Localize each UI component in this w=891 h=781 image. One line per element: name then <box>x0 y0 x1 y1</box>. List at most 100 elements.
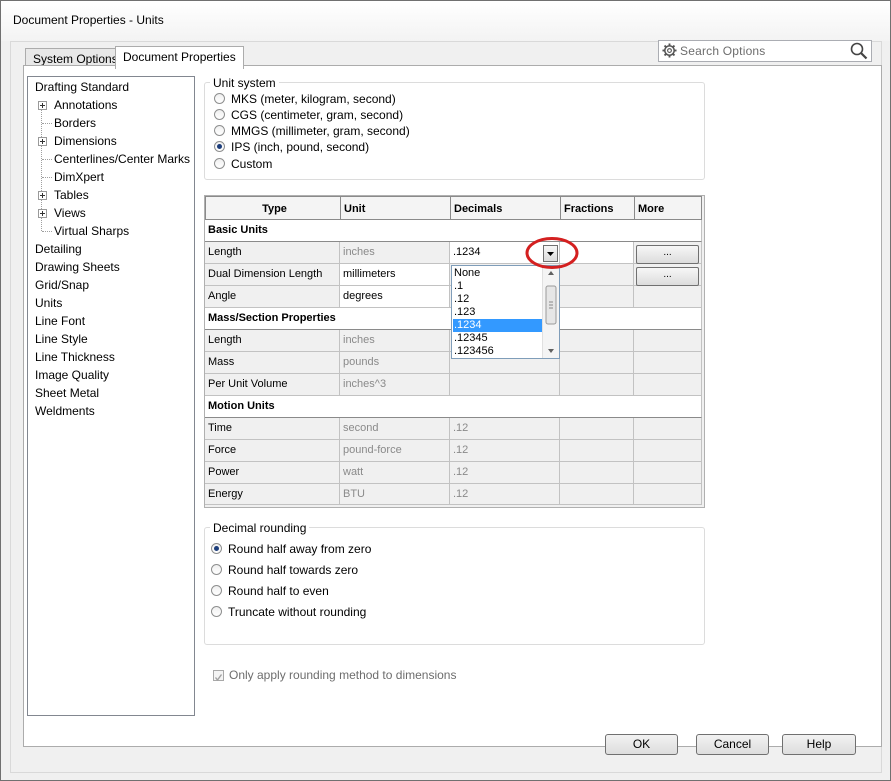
more-cell <box>634 484 702 505</box>
row-decimals-time[interactable]: .12 <box>450 418 560 440</box>
row-type-mass: Mass <box>205 352 340 374</box>
only-apply-checkbox[interactable] <box>213 670 224 682</box>
tree-item-dimensions[interactable]: Dimensions <box>54 132 117 150</box>
help-button[interactable]: Help <box>782 734 856 755</box>
tab-document-properties[interactable]: Document Properties <box>115 46 244 69</box>
dropdown-option-selected[interactable]: .1234 <box>453 319 542 332</box>
dropdown-scrollbar[interactable] <box>542 266 559 358</box>
expand-icon[interactable] <box>38 209 47 218</box>
tree-item-grid-snap[interactable]: Grid/Snap <box>35 276 89 294</box>
highlight-circle <box>525 237 579 269</box>
row-unit-power[interactable]: watt <box>340 462 450 484</box>
tree-item-annotations[interactable]: Annotations <box>54 96 117 114</box>
tree-item-dimxpert[interactable]: DimXpert <box>54 168 104 186</box>
row-unit-energy[interactable]: BTU <box>340 484 450 505</box>
more-button-dual[interactable]: ... <box>636 267 699 286</box>
dropdown-option[interactable]: .1 <box>453 280 542 293</box>
radio-button[interactable] <box>214 158 225 169</box>
radio-label: CGS (centimeter, gram, second) <box>231 108 404 122</box>
row-unit-dual[interactable]: millimeters <box>340 264 450 286</box>
decimals-cell[interactable] <box>450 374 560 396</box>
tree-item-weldments[interactable]: Weldments <box>35 402 95 420</box>
tree-item-sheet-metal[interactable]: Sheet Metal <box>35 384 99 402</box>
decimal-rounding-title: Decimal rounding <box>210 521 310 535</box>
row-unit-time[interactable]: second <box>340 418 450 440</box>
radio-button[interactable] <box>214 125 225 136</box>
section-basic-units: Basic Units <box>205 220 702 242</box>
tree-item-tables[interactable]: Tables <box>54 186 89 204</box>
fractions-cell[interactable] <box>560 286 634 308</box>
tree-guide-line <box>42 123 52 124</box>
only-apply-label: Only apply rounding method to dimensions <box>229 668 457 682</box>
fractions-cell <box>560 484 634 505</box>
checkmark-icon <box>214 674 223 682</box>
row-type-volume: Per Unit Volume <box>205 374 340 396</box>
radio-button[interactable] <box>214 109 225 120</box>
more-cell <box>634 374 702 396</box>
expand-icon[interactable] <box>38 137 47 146</box>
dropdown-option[interactable]: .123456 <box>453 345 542 358</box>
row-unit-force[interactable]: pound-force <box>340 440 450 462</box>
row-decimals-power[interactable]: .12 <box>450 462 560 484</box>
tree-item-units[interactable]: Units <box>35 294 62 312</box>
row-unit-angle[interactable]: degrees <box>340 286 450 308</box>
tree-guide-line <box>42 231 52 232</box>
radio-label: MMGS (millimeter, gram, second) <box>231 124 410 138</box>
row-type-power: Power <box>205 462 340 484</box>
title-bar: Document Properties - Units <box>1 1 890 41</box>
tree-item-image-quality[interactable]: Image Quality <box>35 366 109 384</box>
fractions-cell <box>560 330 634 352</box>
tree-item-virtual-sharps[interactable]: Virtual Sharps <box>54 222 129 240</box>
tree-guide-line <box>42 177 52 178</box>
unit-system-title: Unit system <box>210 76 279 90</box>
more-button-length[interactable]: ... <box>636 245 699 264</box>
radio-label: IPS (inch, pound, second) <box>231 140 370 154</box>
row-decimals-force[interactable]: .12 <box>450 440 560 462</box>
row-unit-mass-length[interactable]: inches <box>340 330 450 352</box>
row-decimals-energy[interactable]: .12 <box>450 484 560 505</box>
tree-item-line-font[interactable]: Line Font <box>35 312 85 330</box>
dropdown-option[interactable]: .12345 <box>453 332 542 345</box>
options-tree[interactable]: Drafting Standard Annotations Borders Di… <box>27 76 195 716</box>
radio-button[interactable] <box>211 564 222 575</box>
dropdown-option[interactable]: .12 <box>453 293 542 306</box>
tree-item-detailing[interactable]: Detailing <box>35 240 82 258</box>
radio-button[interactable] <box>214 93 225 104</box>
tree-item-drafting-standard[interactable]: Drafting Standard <box>35 78 129 96</box>
tree-item-drawing-sheets[interactable]: Drawing Sheets <box>35 258 120 276</box>
row-unit-volume[interactable]: inches^3 <box>340 374 450 396</box>
fractions-cell <box>560 352 634 374</box>
cancel-button[interactable]: Cancel <box>696 734 769 755</box>
fractions-cell <box>560 418 634 440</box>
radio-label: MKS (meter, kilogram, second) <box>231 92 396 106</box>
tree-item-line-thickness[interactable]: Line Thickness <box>35 348 115 366</box>
radio-button[interactable] <box>211 585 222 596</box>
row-type-energy: Energy <box>205 484 340 505</box>
row-unit-length[interactable]: inches <box>340 242 450 264</box>
window-title: Document Properties - Units <box>13 13 164 27</box>
expand-icon[interactable] <box>38 191 47 200</box>
search-options-box[interactable]: Search Options <box>658 40 872 62</box>
tree-item-views[interactable]: Views <box>54 204 86 222</box>
more-cell <box>634 286 702 308</box>
search-input[interactable]: Search Options <box>680 44 766 58</box>
expand-icon[interactable] <box>38 101 47 110</box>
row-type-time: Time <box>205 418 340 440</box>
fractions-cell <box>560 440 634 462</box>
dropdown-option[interactable]: .123 <box>453 306 542 319</box>
radio-label: Custom <box>231 157 273 171</box>
tree-item-line-style[interactable]: Line Style <box>35 330 88 348</box>
fractions-cell <box>560 462 634 484</box>
radio-label: Truncate without rounding <box>228 605 367 619</box>
row-type-angle: Angle <box>205 286 340 308</box>
radio-button[interactable] <box>214 141 225 152</box>
tree-item-borders[interactable]: Borders <box>54 114 96 132</box>
search-icon[interactable] <box>850 42 868 63</box>
more-cell <box>634 418 702 440</box>
ok-button[interactable]: OK <box>605 734 678 755</box>
radio-button[interactable] <box>211 543 222 554</box>
row-unit-mass[interactable]: pounds <box>340 352 450 374</box>
decimals-dropdown-list[interactable]: None .1 .12 .123 .1234 .12345 .123456 <box>451 265 560 359</box>
radio-button[interactable] <box>211 606 222 617</box>
tree-item-centerlines[interactable]: Centerlines/Center Marks <box>54 150 190 168</box>
